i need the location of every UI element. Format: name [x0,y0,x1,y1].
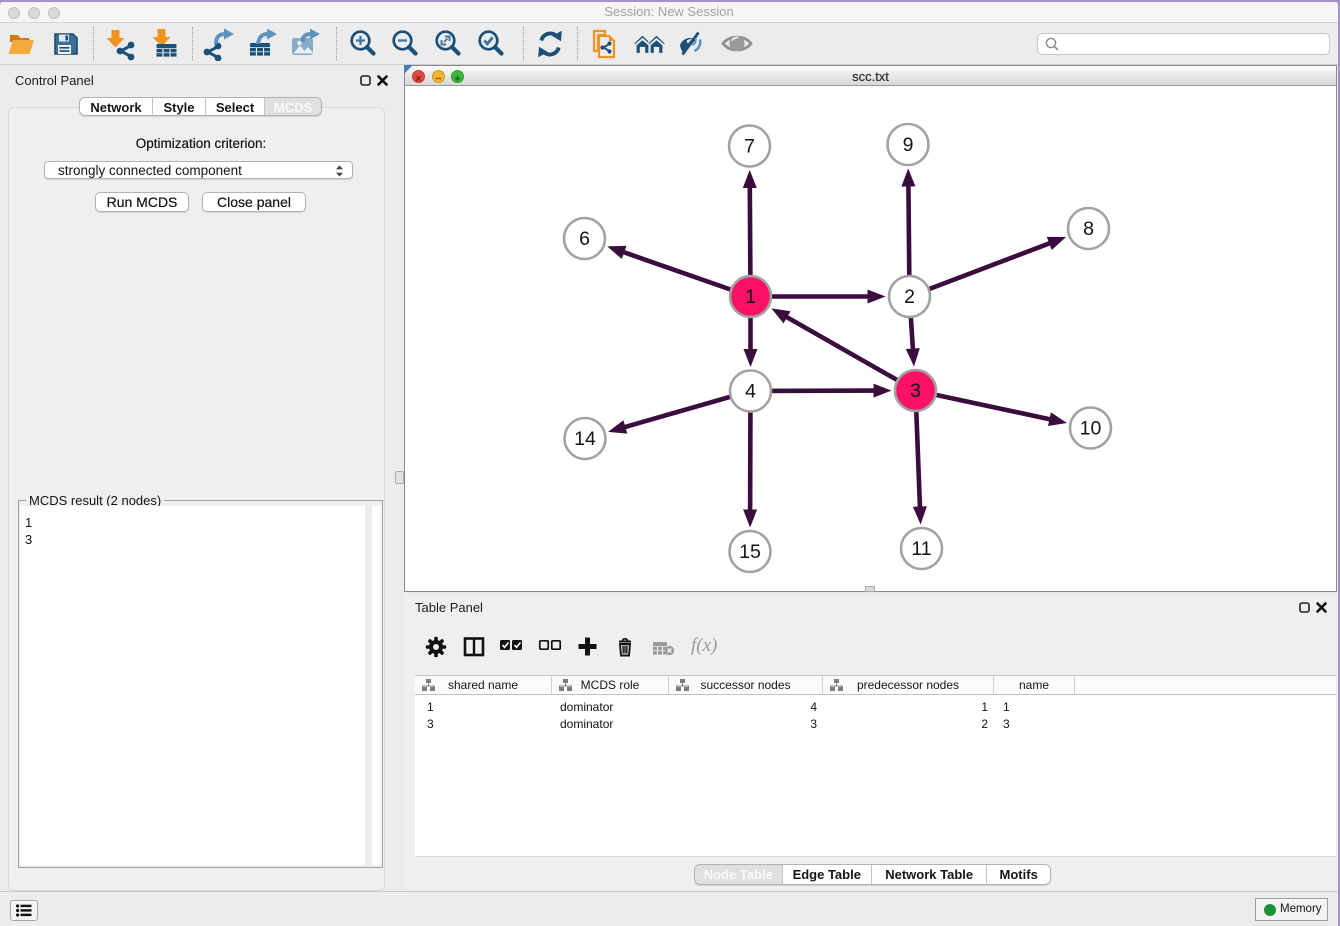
svg-text:10: 10 [1080,418,1102,440]
svg-text:8: 8 [1083,218,1094,240]
svg-text:6: 6 [579,228,590,250]
svg-text:15: 15 [739,541,761,563]
svg-text:14: 14 [574,428,596,450]
svg-text:4: 4 [745,381,756,403]
svg-text:7: 7 [744,136,755,158]
svg-text:9: 9 [903,134,914,156]
svg-text:3: 3 [910,380,921,402]
svg-text:2: 2 [904,286,915,308]
svg-text:11: 11 [911,538,931,560]
svg-text:1: 1 [745,286,756,308]
